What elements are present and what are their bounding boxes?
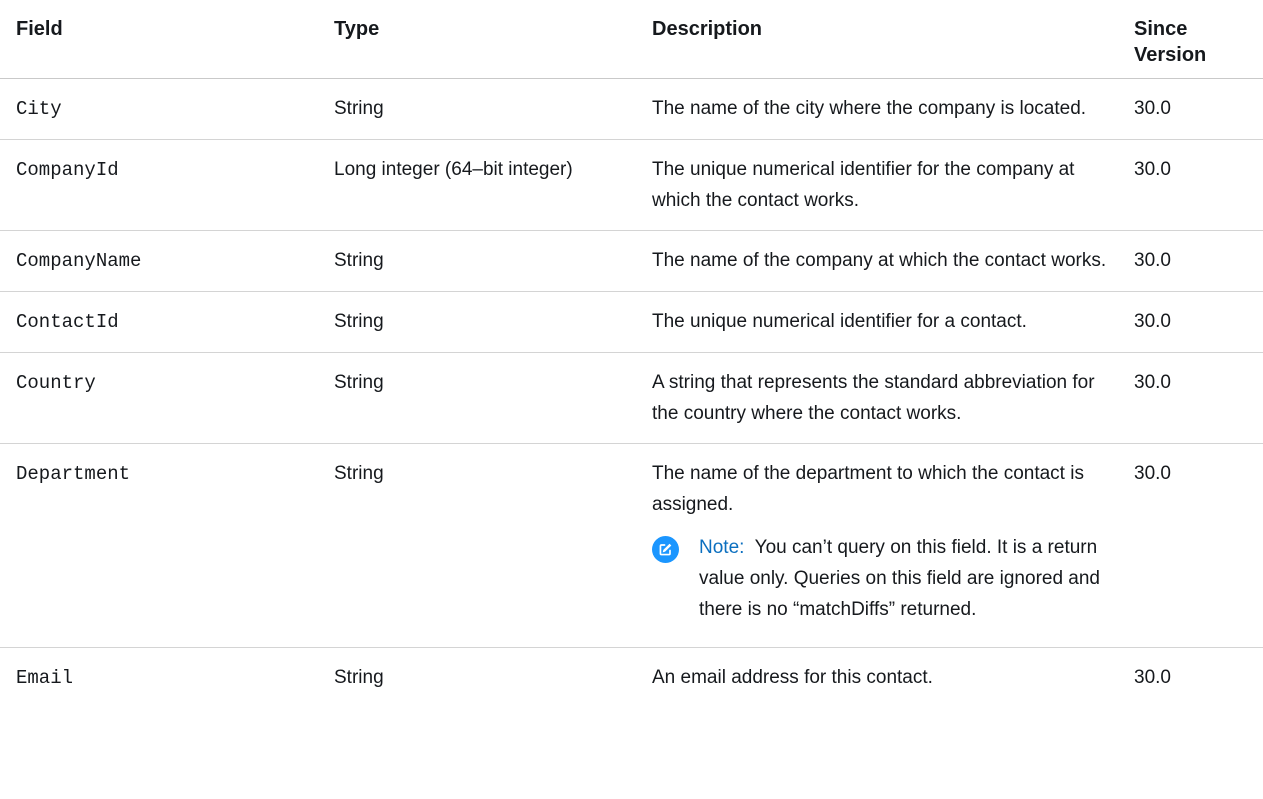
table-row: Country String A string that represents … — [0, 352, 1263, 444]
note-text: You can’t query on this field. It is a r… — [699, 537, 1101, 620]
type-cell: String — [318, 443, 636, 648]
since-cell: 30.0 — [1124, 230, 1263, 292]
fields-table: Field Type Description Since Version Cit… — [0, 0, 1263, 708]
table-body: City String The name of the city where t… — [0, 78, 1263, 709]
field-cell: Email — [0, 648, 318, 709]
table-row: Email String An email address for this c… — [0, 648, 1263, 709]
table-row: CompanyId Long integer (64–bit integer) … — [0, 139, 1263, 231]
type-cell: String — [318, 352, 636, 444]
type-cell: Long integer (64–bit integer) — [318, 139, 636, 231]
header-row: Field Type Description Since Version — [0, 0, 1263, 79]
table-row: Department String The name of the depart… — [0, 443, 1263, 648]
note-callout: Note: You can’t query on this field. It … — [652, 532, 1114, 633]
field-cell: Department — [0, 443, 318, 648]
type-cell: String — [318, 230, 636, 292]
description-cell: The name of the department to which the … — [636, 443, 1124, 648]
field-name: ContactId — [16, 311, 119, 333]
field-cell: CompanyName — [0, 230, 318, 292]
description-cell: The unique numerical identifier for a co… — [636, 291, 1124, 353]
field-cell: Country — [0, 352, 318, 444]
table-row: ContactId String The unique numerical id… — [0, 291, 1263, 353]
since-cell: 30.0 — [1134, 667, 1171, 688]
field-cell: City — [0, 78, 318, 140]
description-cell: The unique numerical identifier for the … — [636, 139, 1124, 231]
field-name: CompanyName — [16, 250, 142, 272]
header-type: Type — [318, 0, 636, 79]
since-cell: 30.0 — [1124, 443, 1263, 648]
field-name: Department — [16, 463, 131, 485]
description-cell: The name of the city where the company i… — [636, 78, 1124, 140]
since-cell: 30.0 — [1124, 291, 1263, 353]
description-cell: A string that represents the standard ab… — [636, 352, 1124, 444]
type-cell: String — [334, 667, 384, 688]
since-cell: 30.0 — [1124, 352, 1263, 444]
table-row: CompanyName String The name of the compa… — [0, 230, 1263, 292]
field-name: CompanyId — [16, 159, 119, 181]
note-label: Note: — [699, 537, 745, 558]
table-header: Field Type Description Since Version — [0, 0, 1263, 79]
type-cell: String — [318, 78, 636, 140]
header-description: Description — [636, 0, 1124, 79]
header-field: Field — [0, 0, 318, 79]
field-cell: ContactId — [0, 291, 318, 353]
since-cell: 30.0 — [1124, 139, 1263, 231]
table-row: City String The name of the city where t… — [0, 78, 1263, 140]
edit-note-icon — [652, 536, 679, 563]
field-name: Country — [16, 372, 96, 394]
description-cell: An email address for this contact. — [652, 667, 933, 688]
field-name: City — [16, 98, 62, 120]
since-cell: 30.0 — [1124, 78, 1263, 140]
field-cell: CompanyId — [0, 139, 318, 231]
header-since-version: Since Version — [1124, 0, 1263, 79]
description-text: The name of the department to which the … — [652, 463, 1084, 515]
type-cell: String — [318, 291, 636, 353]
note-body: Note: You can’t query on this field. It … — [699, 532, 1114, 625]
description-cell: The name of the company at which the con… — [636, 230, 1124, 292]
field-name: Email — [16, 667, 74, 689]
